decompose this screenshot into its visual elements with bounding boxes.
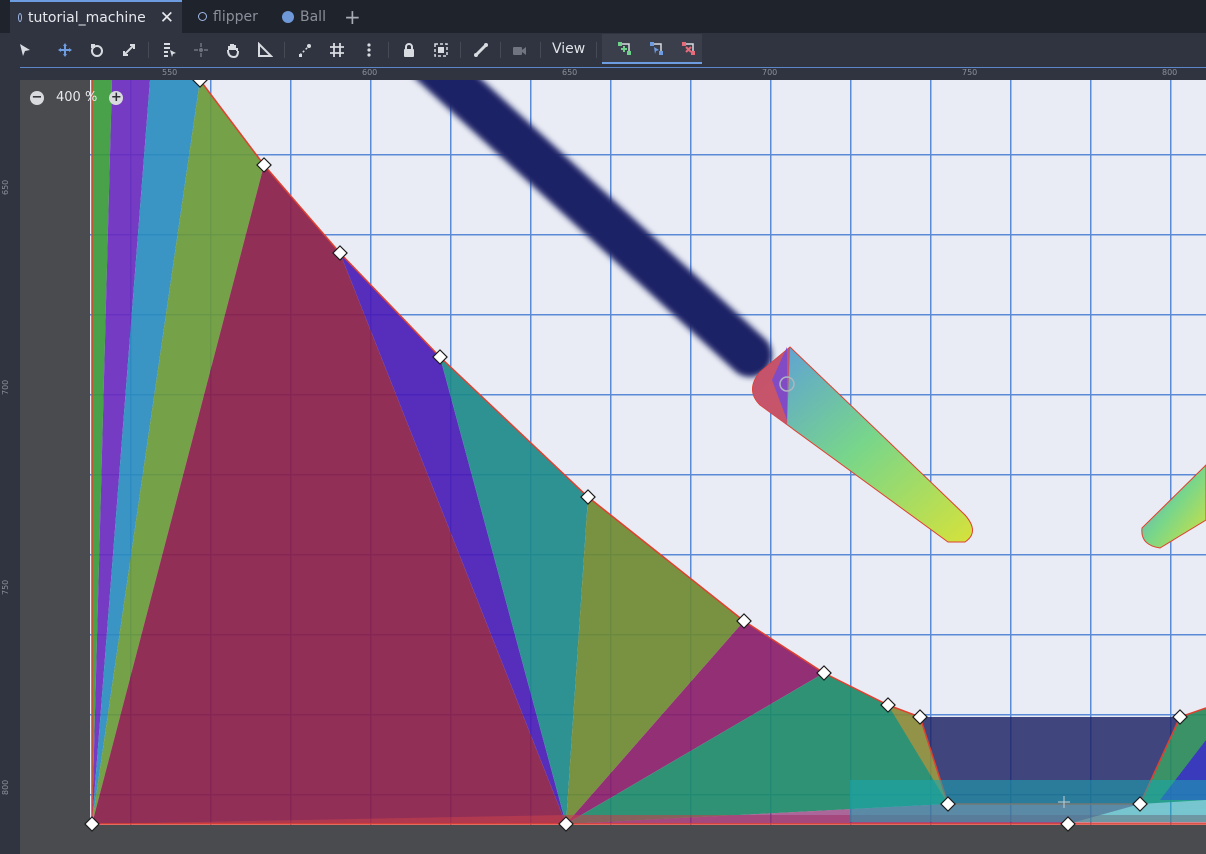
zoom-level[interactable]: 400 %: [56, 90, 97, 105]
lock-icon[interactable]: [398, 39, 420, 61]
toolbar-separator: [388, 42, 389, 58]
bone-icon[interactable]: [470, 39, 492, 61]
create-points-icon[interactable]: [614, 38, 636, 60]
tab-ball[interactable]: Ball: [274, 0, 336, 33]
grid-snap-icon[interactable]: [326, 39, 348, 61]
canvas-viewport[interactable]: [20, 80, 1206, 854]
smart-snap-icon[interactable]: [294, 39, 316, 61]
pivot-tool-icon[interactable]: [190, 39, 212, 61]
ruler-x-label: 700: [762, 68, 778, 77]
vertical-ruler[interactable]: 650 700 750 800: [0, 67, 20, 854]
tab-tutorial-machine[interactable]: tutorial_machine ✕: [10, 0, 182, 33]
ruler-x-label: 800: [1162, 68, 1178, 77]
ruler-x-label: 600: [362, 68, 378, 77]
toolbar-separator: [460, 42, 461, 58]
scene-tab-bar: tutorial_machine ✕ flipper Ball +: [0, 0, 1206, 33]
toolbar-separator: [596, 42, 597, 58]
ruler-x-label: 650: [562, 68, 578, 77]
scene-canvas[interactable]: [20, 80, 1206, 854]
ruler-x-label: 550: [162, 68, 178, 77]
tab-flipper[interactable]: flipper: [190, 0, 270, 33]
scene-ring-icon: [18, 13, 23, 22]
zoom-in-button[interactable]: +: [109, 90, 124, 105]
globe-icon: [282, 10, 294, 23]
tab-label: flipper: [213, 8, 258, 25]
horizontal-ruler[interactable]: 550 600 650 700 750 800: [20, 67, 1206, 80]
more-options-icon[interactable]: [358, 39, 380, 61]
scale-tool-icon[interactable]: [118, 39, 140, 61]
ruler-y-label: 800: [1, 779, 10, 795]
view-menu-button[interactable]: View: [552, 41, 585, 57]
zoom-out-button[interactable]: −: [30, 90, 44, 105]
select-tool-icon[interactable]: [14, 39, 36, 61]
move-tool-icon[interactable]: [54, 39, 76, 61]
delete-points-icon[interactable]: [678, 38, 700, 60]
ruler-x-label: 750: [962, 68, 978, 77]
tab-label: Ball: [300, 8, 326, 25]
add-tab-button[interactable]: +: [344, 5, 361, 29]
tab-label: tutorial_machine: [28, 9, 146, 26]
pan-tool-icon[interactable]: [222, 39, 244, 61]
close-icon[interactable]: ✕: [160, 8, 174, 28]
group-icon[interactable]: [430, 39, 452, 61]
camera-icon[interactable]: [508, 39, 530, 61]
rotate-tool-icon[interactable]: [86, 39, 108, 61]
scene-ring-icon: [198, 12, 207, 21]
ruler-y-label: 700: [1, 379, 10, 395]
toolbar-separator: [500, 42, 501, 58]
area-region[interactable]: [850, 780, 1206, 822]
list-select-icon[interactable]: [158, 39, 180, 61]
ruler-y-label: 650: [1, 179, 10, 195]
zoom-widget: − 400 % +: [30, 90, 124, 105]
ruler-y-label: 750: [1, 579, 10, 595]
toolbar-separator: [284, 42, 285, 58]
edit-points-icon[interactable]: [646, 38, 668, 60]
ruler-tool-icon[interactable]: [254, 39, 276, 61]
toolbar-separator: [540, 42, 541, 58]
toolbar-separator: [148, 42, 149, 58]
polygon-point-tools: [602, 34, 702, 64]
